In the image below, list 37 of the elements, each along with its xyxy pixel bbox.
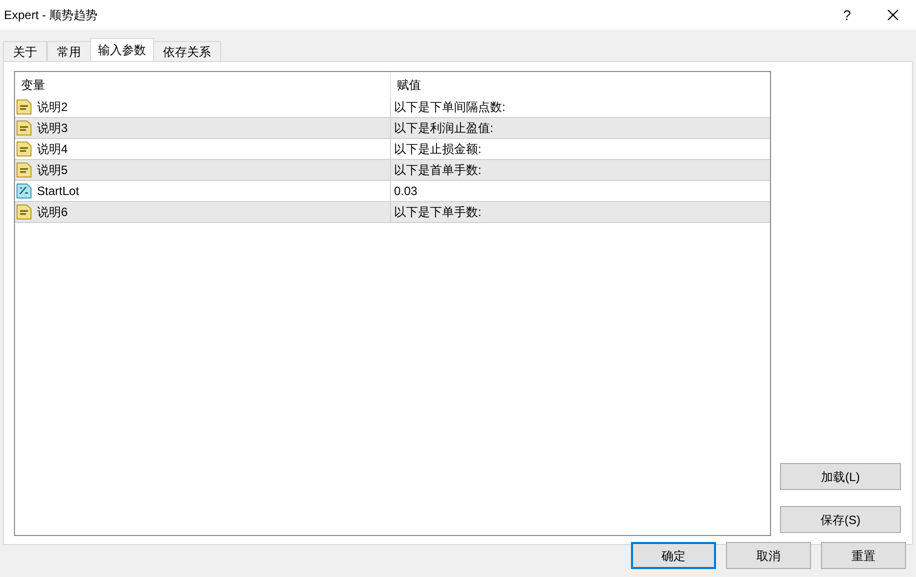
- text-parameter-icon: [16, 204, 32, 220]
- table-row[interactable]: StartLot 0.03: [15, 181, 770, 202]
- table-row[interactable]: 说明5 以下是首单手数:: [15, 160, 770, 181]
- table-row[interactable]: 说明2 以下是下单间隔点数:: [15, 97, 770, 118]
- table-cell-text: 0.03: [394, 183, 418, 200]
- table-cell-text: 说明6: [37, 204, 68, 221]
- number-parameter-icon: [16, 183, 32, 199]
- table-cell-text: StartLot: [37, 183, 80, 200]
- tab[interactable]: 依存关系: [153, 41, 221, 61]
- table-cell-text: 说明4: [37, 141, 68, 158]
- table-cell-text: 说明2: [37, 99, 68, 116]
- dialog-button[interactable]: 重置: [821, 542, 906, 569]
- table-cell-text: 说明3: [37, 120, 68, 137]
- table-row[interactable]: 说明4 以下是止损金额:: [15, 139, 770, 160]
- dialog-button[interactable]: 取消: [726, 542, 811, 569]
- window-title: Expert - 顺势趋势: [4, 7, 98, 24]
- table-row[interactable]: 说明3 以下是利润止盈值:: [15, 118, 770, 139]
- tab[interactable]: 输入参数: [90, 38, 154, 61]
- close-icon: [887, 9, 899, 21]
- table-cell-text: 说明5: [37, 162, 68, 179]
- table-row[interactable]: 说明6 以下是下单手数:: [15, 202, 770, 223]
- dialog-button[interactable]: 确定: [631, 542, 716, 569]
- help-button[interactable]: ?: [824, 0, 870, 30]
- tab[interactable]: 常用: [47, 41, 91, 61]
- text-parameter-icon: [16, 120, 32, 136]
- text-parameter-icon: [16, 141, 32, 157]
- table-cell-text: 以下是下单手数:: [394, 204, 482, 221]
- table-cell-text: 以下是首单手数:: [394, 162, 482, 179]
- side-button[interactable]: 保存(S): [780, 506, 901, 533]
- text-parameter-icon: [16, 99, 32, 115]
- side-button[interactable]: 加载(L): [780, 463, 901, 490]
- tab[interactable]: 关于: [3, 41, 47, 61]
- table-cell-text: 以下是利润止盈值:: [394, 120, 494, 137]
- table-cell-text: 以下是下单间隔点数:: [394, 99, 506, 116]
- column-header[interactable]: 赋值: [391, 72, 770, 97]
- text-parameter-icon: [16, 162, 32, 178]
- table-cell-text: 以下是止损金额:: [394, 141, 482, 158]
